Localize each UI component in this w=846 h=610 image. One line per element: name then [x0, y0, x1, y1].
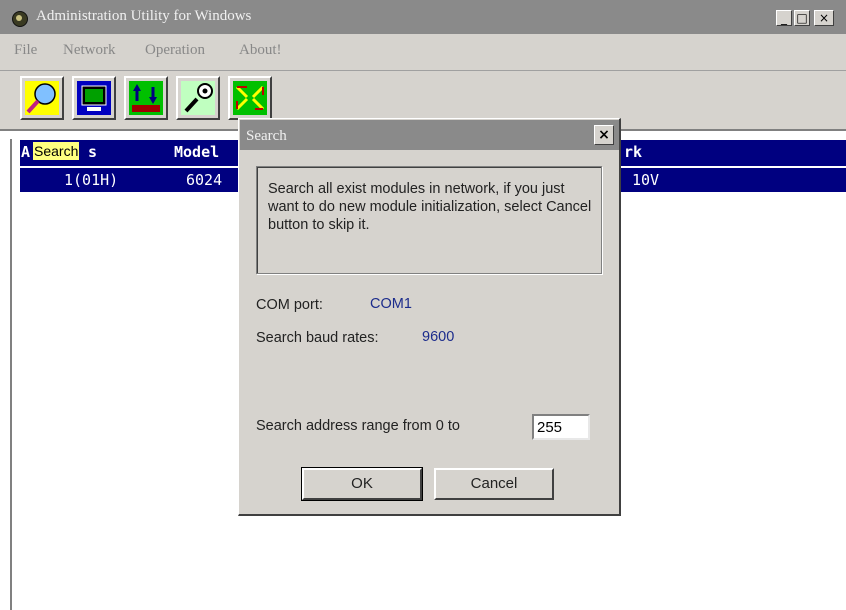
dialog-close-button[interactable]: × — [594, 125, 614, 145]
header-address[interactable]: A — [21, 143, 30, 161]
com-port-value: COM1 — [370, 296, 412, 312]
dialog-message: Search all exist modules in network, if … — [268, 181, 592, 233]
search-icon — [25, 81, 59, 115]
menu-file[interactable]: File — [14, 42, 37, 59]
app-icon — [12, 11, 28, 27]
com-port-label: COM port: — [256, 297, 323, 313]
connect-button[interactable] — [176, 76, 220, 120]
header-model[interactable]: Model — [174, 143, 219, 161]
window-title: Administration Utility for Windows — [36, 8, 252, 24]
menu-network[interactable]: Network — [63, 42, 116, 59]
header-remark[interactable]: rk — [624, 143, 642, 161]
tooltip: Search — [33, 142, 80, 160]
row-range: 10V — [632, 171, 660, 189]
network-button[interactable] — [228, 76, 272, 120]
baud-rate-value: 9600 — [422, 329, 455, 345]
row-model: 6024 — [186, 171, 223, 189]
baud-rate-label: Search baud rates: — [256, 330, 379, 346]
maximize-button[interactable]: □ — [794, 10, 810, 26]
transfer-button[interactable] — [124, 76, 168, 120]
dialog-title-bar[interactable] — [240, 120, 619, 150]
minimize-button[interactable]: _ — [776, 10, 792, 26]
close-button[interactable]: × — [814, 10, 834, 26]
dialog-title: Search — [246, 128, 287, 144]
cancel-button[interactable]: Cancel — [434, 468, 554, 500]
connect-icon — [181, 81, 215, 115]
monitor-button[interactable] — [72, 76, 116, 120]
monitor-icon — [77, 81, 111, 115]
address-range-input[interactable]: 255 — [532, 414, 590, 440]
transfer-icon — [129, 81, 163, 115]
address-range-label: Search address range from 0 to — [256, 418, 460, 434]
network-icon — [233, 81, 267, 115]
menu-bar — [0, 36, 846, 71]
ok-button[interactable]: OK — [301, 467, 423, 501]
header-address-suffix[interactable]: s — [88, 143, 97, 161]
menu-operation[interactable]: Operation — [145, 42, 205, 59]
row-address: 1(01H) — [64, 171, 119, 189]
menu-about[interactable]: About! — [239, 42, 282, 59]
search-button[interactable] — [20, 76, 64, 120]
